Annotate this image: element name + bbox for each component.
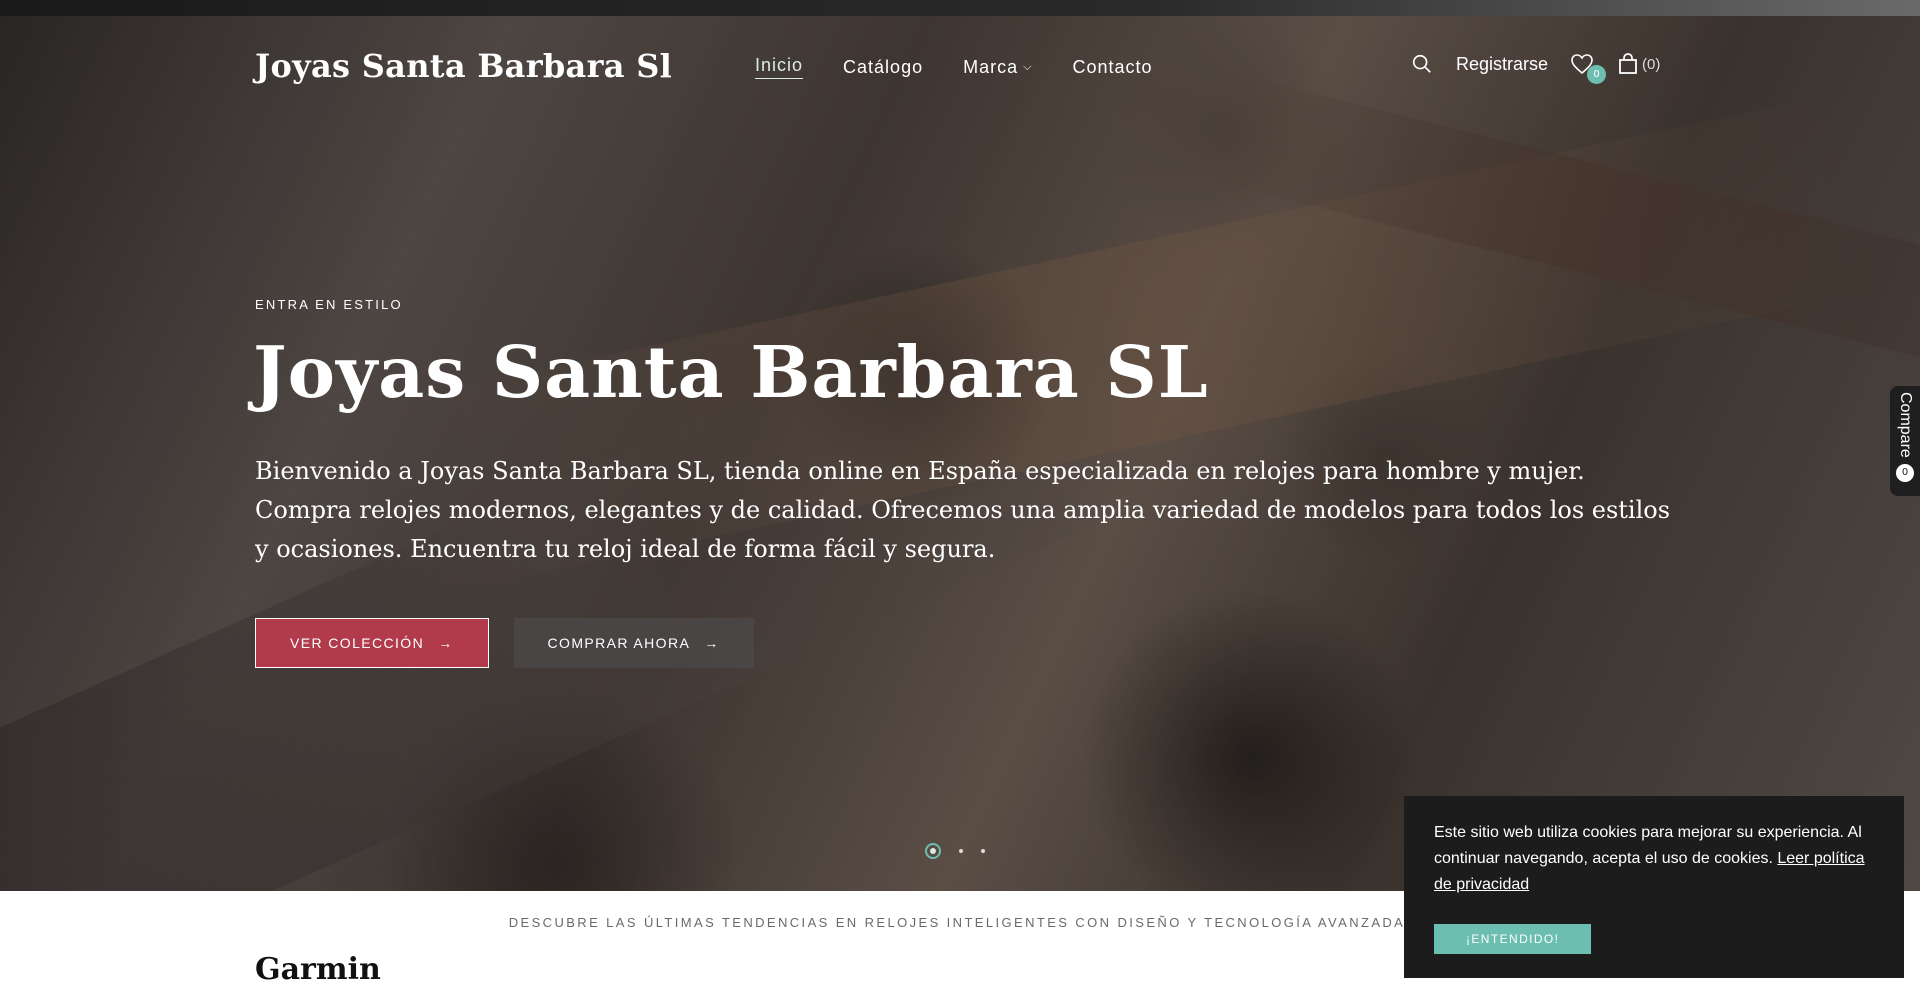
header-actions: Registrarse 0 (0) <box>1410 52 1660 84</box>
cookie-accept-button[interactable]: ¡ENTENDIDO! <box>1434 924 1592 954</box>
button-label: VER COLECCIÓN <box>290 635 425 651</box>
section-title: Garmin <box>255 952 381 987</box>
nav-item-label: Contacto <box>1072 56 1153 77</box>
nav-item-catalogo[interactable]: Catálogo <box>843 55 923 79</box>
top-bar <box>0 0 1920 16</box>
hero-description: Bienvenido a Joyas Santa Barbara SL, tie… <box>255 457 1671 563</box>
cart-count: (0) <box>1642 55 1661 73</box>
nav-item-marca[interactable]: Marca ⌵ <box>963 55 1032 79</box>
hero-title: Joyas Santa Barbara SL <box>253 330 1209 414</box>
shopping-bag-icon <box>1616 52 1640 76</box>
view-collection-button[interactable]: VER COLECCIÓN → <box>255 618 489 668</box>
register-link[interactable]: Registrarse <box>1456 54 1548 75</box>
arrow-right-icon: → <box>438 635 454 651</box>
slider-pagination <box>925 843 985 859</box>
wishlist-count-badge: 0 <box>1587 65 1607 84</box>
arrow-right-icon: → <box>704 635 720 651</box>
compare-count-badge: 0 <box>1896 463 1914 482</box>
compare-label: Compare <box>1897 392 1914 458</box>
search-icon[interactable] <box>1410 52 1434 76</box>
cart-button[interactable]: (0) <box>1616 52 1660 76</box>
buy-now-button[interactable]: COMPRAR AHORA → <box>513 618 754 668</box>
cookie-banner: Este sitio web utiliza cookies para mejo… <box>1404 796 1904 978</box>
hero-eyebrow: ENTRA EN ESTILO <box>255 297 403 312</box>
main-nav: Inicio Catálogo Marca ⌵ Contacto <box>755 55 1153 79</box>
site-logo[interactable]: Joyas Santa Barbara Sl <box>255 47 672 85</box>
hero-buttons: VER COLECCIÓN → COMPRAR AHORA → <box>255 618 754 668</box>
chevron-down-icon: ⌵ <box>1023 60 1033 73</box>
compare-tab[interactable]: Compare 0 <box>1890 386 1920 496</box>
nav-item-inicio[interactable]: Inicio <box>755 55 804 79</box>
slide-dot-2[interactable] <box>959 849 963 853</box>
nav-item-label: Marca <box>963 56 1019 77</box>
button-label: COMPRAR AHORA <box>547 635 691 651</box>
nav-item-label: Inicio <box>755 55 804 75</box>
slide-dot-3[interactable] <box>981 849 985 853</box>
nav-item-label: Catálogo <box>843 56 924 77</box>
nav-item-contacto[interactable]: Contacto <box>1072 55 1152 79</box>
wishlist-button[interactable]: 0 <box>1570 52 1607 84</box>
slide-dot-1[interactable] <box>925 843 941 859</box>
cookie-message: Este sitio web utiliza cookies para mejo… <box>1434 820 1874 898</box>
